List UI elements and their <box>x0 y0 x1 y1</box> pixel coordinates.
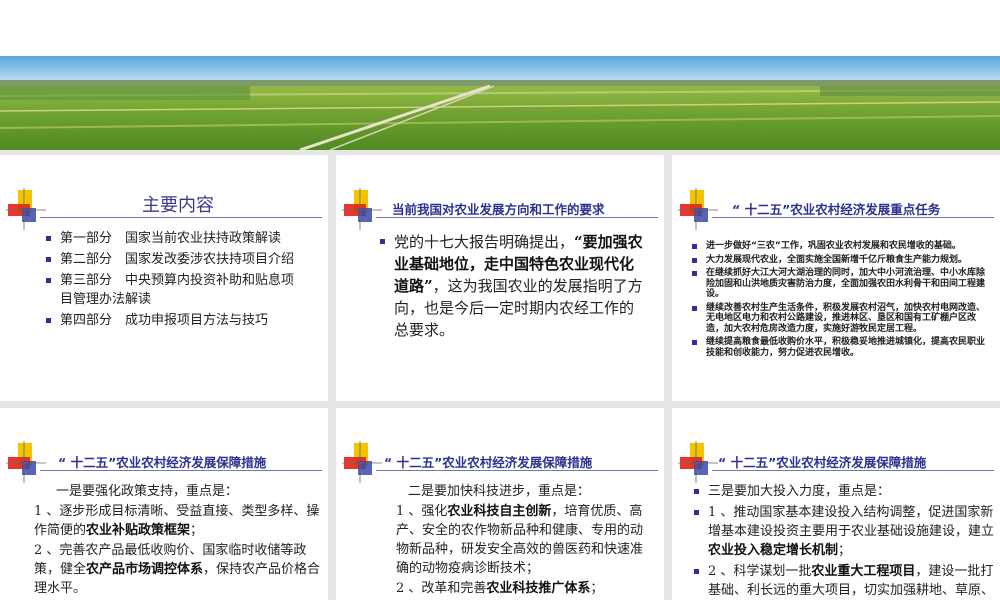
slide-card-contents[interactable]: 主要内容 第一部分 国家当前农业扶持政策解读 第二部分 国家发改委涉农扶持项目介… <box>0 155 328 401</box>
list-item: 第一部分 国家当前农业扶持政策解读 <box>46 229 312 248</box>
paragraph: 1 、逐步形成目标清晰、受益直接、类型多样、操作简便的农业补贴政策框架； <box>34 504 320 538</box>
list-item: 三是要加大投入力度，重点是： <box>694 482 994 501</box>
slide-decoration-icon <box>342 188 382 230</box>
list-item: 第四部分 成功申报项目方法与技巧 <box>46 311 312 330</box>
list-item: 大力发展现代农业，全面实施全国新增千亿斤粮食生产能力规划。 <box>692 255 992 266</box>
list-item: 进一步做好“三农”工作，巩固农业农村发展和农民增收的基础。 <box>692 241 992 252</box>
list-item: 继续提高粮食最低收购价水平，积极稳妥地推进城镇化，提高农民职业技能和创收能力，努… <box>692 337 992 358</box>
header-banner-image <box>0 56 1000 150</box>
slide-decoration-icon <box>6 441 46 483</box>
slide-decoration-icon <box>342 441 382 483</box>
intro-text: 一是要强化政策支持，重点是： <box>56 484 239 499</box>
paragraph: 2 、完善农产品最低收购价、国家临时收储等政策，健全农产品市场调控体系，保持农产… <box>34 543 321 596</box>
title-underline <box>40 217 322 218</box>
requirements-list: 党的十七大报告明确提出，“要加强农业基础地位，走中国特色农业现代化道路”，这为我… <box>380 231 646 341</box>
list-item: 1 、推动国家基本建设投入结构调整，促进国家新增基本建设投资主要用于农业基础设施… <box>694 503 994 560</box>
slide-card-measures-tech[interactable]: “ 十二五”农业农村经济发展保障措施 二是要加快科技进步，重点是： 1 、强化农… <box>336 408 664 600</box>
list-item: 第三部分 中央预算内投资补助和贴息项 目管理办法解读 <box>46 271 312 309</box>
measures-list: 三是要加大投入力度，重点是： 1 、推动国家基本建设投入结构调整，促进国家新增基… <box>694 482 994 600</box>
card-title: “ 十二五”农业农村经济发展重点任务 <box>732 202 941 217</box>
list-item: 在继续抓好大江大河大湖治理的同时，加大中小河流治理、中小水库除险加固和山洪地质灾… <box>692 268 992 300</box>
paragraph: 1 、强化农业科技自主创新，培育优质、高产、安全的农作物新品种和健康、专用的动物… <box>396 504 644 576</box>
title-underline <box>712 470 994 471</box>
card-title: 当前我国对农业发展方向和工作的要求 <box>392 202 605 217</box>
title-underline <box>40 470 322 471</box>
slide-card-measures-policy[interactable]: “ 十二五”农业农村经济发展保障措施 一是要强化政策支持，重点是： 1 、逐步形… <box>0 408 328 600</box>
paragraph: 2 、改革和完善农业科技推广体系； <box>396 581 604 596</box>
card-title: 主要内容 <box>142 195 214 216</box>
intro-text: 二是要加快科技进步，重点是： <box>408 484 591 499</box>
title-underline <box>376 470 658 471</box>
slide-decoration-icon <box>678 441 718 483</box>
tasks-list: 进一步做好“三农”工作，巩固农业农村发展和农民增收的基础。 大力发展现代农业，全… <box>692 241 992 361</box>
measures-text: 一是要强化政策支持，重点是： 1 、逐步形成目标清晰、受益直接、类型多样、操作简… <box>34 482 322 599</box>
title-underline <box>376 217 658 218</box>
list-item: 第二部分 国家发改委涉农扶持项目介绍 <box>46 250 312 269</box>
slide-decoration-icon <box>6 188 46 230</box>
card-title: “ 十二五”农业农村经济发展保障措施 <box>384 455 593 470</box>
list-item: 继续改善农村生产生活条件，积极发展农村沼气，加快农村电网改造、无电地区电力和农村… <box>692 303 992 335</box>
contents-list: 第一部分 国家当前农业扶持政策解读 第二部分 国家发改委涉农扶持项目介绍 第三部… <box>46 229 312 332</box>
slide-card-key-tasks[interactable]: “ 十二五”农业农村经济发展重点任务 进一步做好“三农”工作，巩固农业农村发展和… <box>672 155 1000 401</box>
list-item: 党的十七大报告明确提出，“要加强农业基础地位，走中国特色农业现代化道路”，这为我… <box>380 231 646 341</box>
list-item: 2 、科学谋划一批农业重大工程项目，建设一批打基础、利长远的重大项目，切实加强耕… <box>694 562 994 600</box>
card-title: “ 十二五”农业农村经济发展保障措施 <box>58 455 267 470</box>
title-underline <box>712 217 994 218</box>
slide-card-requirements[interactable]: 当前我国对农业发展方向和工作的要求 党的十七大报告明确提出，“要加强农业基础地位… <box>336 155 664 401</box>
slide-card-measures-investment[interactable]: “ 十二五”农业农村经济发展保障措施 三是要加大投入力度，重点是： 1 、推动国… <box>672 408 1000 600</box>
card-title: “ 十二五”农业农村经济发展保障措施 <box>718 455 927 470</box>
slide-decoration-icon <box>678 188 718 230</box>
measures-text: 二是要加快科技进步，重点是： 1 、强化农业科技自主创新，培育优质、高产、安全的… <box>396 482 652 599</box>
